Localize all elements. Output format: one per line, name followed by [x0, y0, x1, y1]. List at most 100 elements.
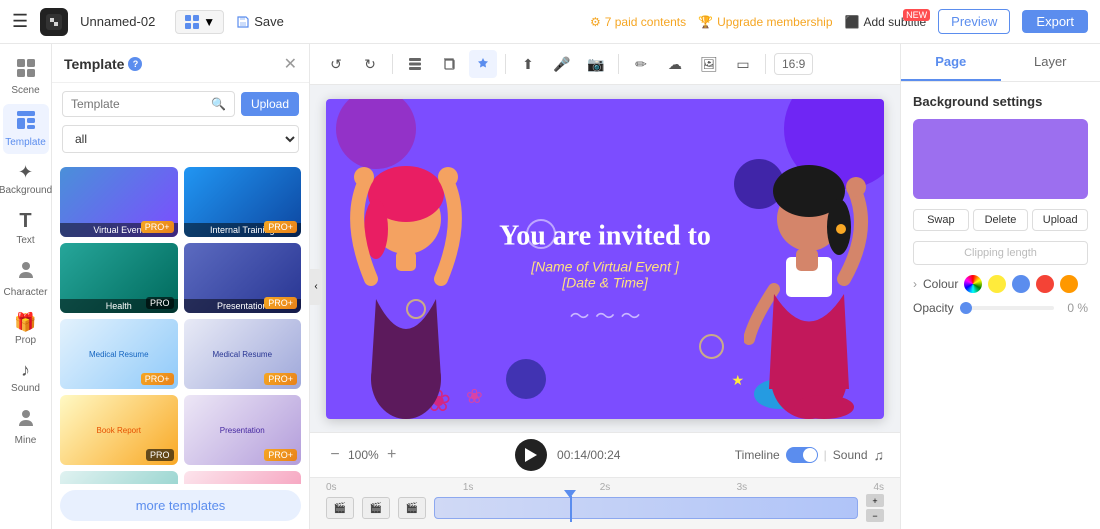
pen-button[interactable]: ✏: [627, 50, 655, 78]
more-templates-button[interactable]: more templates: [60, 490, 301, 521]
template-thumb-10[interactable]: Training PRO+: [184, 471, 302, 484]
save-button[interactable]: Save: [236, 14, 284, 29]
bg-actions: Swap Delete Upload: [913, 209, 1088, 231]
template-thumb-8[interactable]: Presentation PRO+: [184, 395, 302, 465]
template-thumb-9[interactable]: Online Course PRO+: [60, 471, 178, 484]
bg-upload-button[interactable]: Upload: [1032, 209, 1088, 231]
search-input[interactable]: [71, 97, 207, 111]
canvas-text-overlay[interactable]: You are invited to [Name of Virtual Even…: [499, 220, 711, 290]
colour-swatch-rainbow[interactable]: [964, 275, 982, 293]
playback-time: 00:14/00:24: [557, 448, 620, 462]
canvas-wrapper[interactable]: ❀ ❀ ★: [326, 99, 884, 419]
sidebar-item-background[interactable]: ✦ Background: [3, 156, 49, 202]
template-thumb-2[interactable]: Internal Training PRO+: [184, 167, 302, 237]
colour-swatch-red[interactable]: [1036, 275, 1054, 293]
colour-swatch-yellow[interactable]: [988, 275, 1006, 293]
preview-button[interactable]: Preview: [938, 9, 1010, 34]
colour-swatch-blue[interactable]: [1012, 275, 1030, 293]
cloud-button[interactable]: ☁: [661, 50, 689, 78]
tab-layer[interactable]: Layer: [1001, 44, 1100, 81]
sound-icon: ♪: [21, 360, 30, 381]
filter-select[interactable]: all Business Education Medical Marketing: [62, 125, 299, 153]
timeline-toggle[interactable]: [786, 447, 818, 463]
copy-button[interactable]: [435, 50, 463, 78]
background-icon: ✦: [18, 162, 33, 183]
upload-button[interactable]: Upload: [241, 92, 299, 116]
opacity-knob: [960, 302, 972, 314]
add-subtitle-button[interactable]: ⬛ Add subtitle NEW: [845, 15, 927, 29]
floral-deco-2: ❀: [466, 384, 483, 409]
shape-button[interactable]: ▭: [729, 50, 757, 78]
toolbar-tools: ▼: [175, 10, 224, 34]
zoom-in-button[interactable]: +: [383, 446, 401, 464]
ruler-2s: 2s: [600, 482, 611, 493]
scene-icon: [16, 58, 36, 83]
sidebar-item-text[interactable]: T Text: [3, 204, 49, 252]
timeline-add-button[interactable]: +: [866, 494, 884, 507]
upload-media-button[interactable]: ⬆: [514, 50, 542, 78]
colour-label: Colour: [923, 277, 958, 291]
zoom-out-button[interactable]: −: [326, 446, 344, 464]
redo-button[interactable]: ↻: [356, 50, 384, 78]
opacity-slider[interactable]: [960, 306, 1054, 310]
right-panel: Page Layer Background settings Swap Dele…: [900, 44, 1100, 529]
template-thumb-1[interactable]: Virtual Event PRO+: [60, 167, 178, 237]
toolbar-divider-2: [505, 54, 506, 74]
upgrade-button[interactable]: 🏆 Upgrade membership: [698, 15, 832, 29]
timeline-remove-button[interactable]: −: [866, 509, 884, 522]
tab-page[interactable]: Page: [901, 44, 1001, 81]
template-thumb-5[interactable]: Medical Resume PRO+: [60, 319, 178, 389]
panel-collapse-button[interactable]: ‹: [310, 269, 322, 305]
playback-bar: − 100% + 00:14/00:24 Timeline | Sound ♫: [310, 432, 900, 477]
paid-contents: ⚙ 7 paid contents: [590, 15, 686, 29]
swap-button[interactable]: Swap: [913, 209, 969, 231]
right-tabs: Page Layer: [901, 44, 1100, 82]
template-thumb-6[interactable]: Medical Resume PRO+: [184, 319, 302, 389]
sidebar-item-template[interactable]: Template: [3, 104, 49, 154]
timeline-clip-thumb-2[interactable]: 🎬: [362, 497, 390, 519]
video-button[interactable]: 📷: [582, 50, 610, 78]
timeline-clips: 🎬 🎬 🎬 + −: [310, 493, 900, 523]
prop-icon: 🎁: [14, 312, 36, 333]
colour-expand-icon[interactable]: ›: [913, 277, 917, 291]
sidebar-item-scene-label: Scene: [11, 85, 39, 96]
style-button[interactable]: [469, 50, 497, 78]
delete-button[interactable]: Delete: [973, 209, 1029, 231]
panel-close-button[interactable]: ✕: [284, 54, 297, 74]
pro-badge-8: PRO+: [264, 449, 297, 461]
sidebar-item-mine[interactable]: Mine: [3, 402, 49, 452]
sidebar-item-scene[interactable]: Scene: [3, 52, 49, 102]
panel-search-box[interactable]: 🔍: [62, 91, 235, 117]
image-button[interactable]: 🖼: [695, 50, 723, 78]
tool-dropdown-btn[interactable]: ▼: [175, 10, 224, 34]
sidebar-item-mine-label: Mine: [15, 435, 37, 446]
export-button[interactable]: Export: [1022, 10, 1088, 33]
template-thumb-3[interactable]: Health PRO: [60, 243, 178, 313]
divider-bar: |: [824, 448, 827, 462]
sidebar-item-prop-label: Prop: [15, 335, 36, 346]
mine-icon: [16, 408, 36, 433]
filename[interactable]: Unnamed-02: [80, 14, 155, 29]
timeline-clip-thumb-3[interactable]: 🎬: [398, 497, 426, 519]
bg-settings-title: Background settings: [913, 94, 1088, 109]
menu-icon[interactable]: ☰: [12, 11, 28, 32]
sidebar-item-sound[interactable]: ♪ Sound: [3, 354, 49, 400]
template-thumb-7[interactable]: Book Report PRO: [60, 395, 178, 465]
timeline-right-controls: + −: [866, 494, 884, 522]
play-button[interactable]: [515, 439, 547, 471]
sidebar-item-sound-label: Sound: [11, 383, 40, 394]
mic-button[interactable]: 🎤: [548, 50, 576, 78]
undo-button[interactable]: ↺: [322, 50, 350, 78]
timeline-clip-thumb-1[interactable]: 🎬: [326, 497, 354, 519]
clipping-length[interactable]: Clipping length: [913, 241, 1088, 265]
colour-swatch-orange[interactable]: [1060, 275, 1078, 293]
canvas-date: [Date & Time]: [499, 274, 711, 290]
template-thumb-4[interactable]: Presentation PRO+: [184, 243, 302, 313]
opacity-value: 0 %: [1060, 301, 1088, 315]
sidebar-item-character[interactable]: Character: [3, 254, 49, 304]
timeline-track: 0s 1s 2s 3s 4s 🎬 🎬 🎬 +: [310, 477, 900, 529]
layers-button[interactable]: [401, 50, 429, 78]
opacity-row: Opacity 0 %: [913, 301, 1088, 315]
timeline-main-clip[interactable]: [434, 497, 858, 519]
sidebar-item-prop[interactable]: 🎁 Prop: [3, 306, 49, 352]
